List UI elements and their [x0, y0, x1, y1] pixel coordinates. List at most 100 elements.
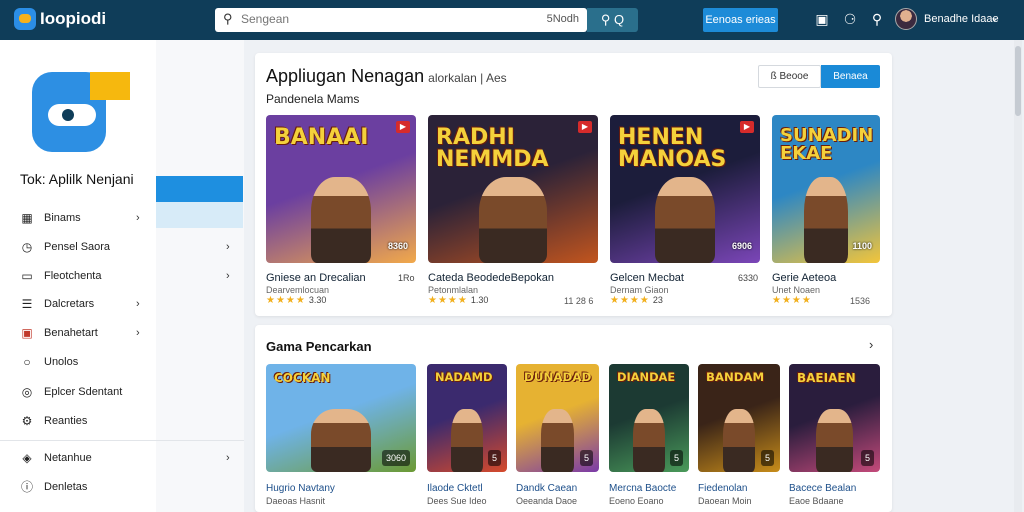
- game-name[interactable]: Bacece Bealan: [789, 483, 856, 494]
- game-character-art: [451, 409, 483, 472]
- sidebar-item-binams[interactable]: ▦ Binams ›: [0, 203, 244, 232]
- primary-button[interactable]: Benaea: [821, 65, 880, 88]
- download-count-badge: 5: [860, 450, 874, 466]
- sidebar-item-reanties[interactable]: ⚙ Reanties: [0, 406, 244, 435]
- chevron-right-icon: ›: [226, 451, 230, 464]
- play-badge-icon: ▶: [740, 121, 754, 133]
- game-tile[interactable]: BANDAM 5: [698, 364, 780, 472]
- game-tile[interactable]: COCKAN 3060: [266, 364, 416, 472]
- game-developer: Daeoas Hasnit: [266, 496, 326, 506]
- secondary-button[interactable]: ß Beooe: [758, 65, 821, 88]
- notification-icon[interactable]: ▣: [813, 10, 831, 28]
- install-button[interactable]: Eenoas erieas: [703, 8, 778, 32]
- sidebar-item-label: Fleotchenta: [44, 269, 102, 282]
- sidebar-item-dalcretars[interactable]: ☰ Dalcretars ›: [0, 289, 244, 318]
- game-downloads: 11 28 6: [564, 296, 594, 306]
- game-character-art: [722, 409, 756, 472]
- search-icon[interactable]: ⚲: [868, 10, 886, 28]
- app-icon-pupil: [62, 109, 74, 121]
- game-name[interactable]: Mercna Baocte: [609, 483, 676, 494]
- sidebar-item-label: Unolos: [44, 355, 79, 368]
- game-developer: Eoeno Eoano: [609, 496, 664, 506]
- game-name[interactable]: Hugrio Navtany: [266, 483, 335, 494]
- game-tile[interactable]: DIANDAE 5: [609, 364, 689, 472]
- game-name[interactable]: Gniese an Drecalian: [266, 272, 366, 284]
- shop-icon: ▣: [21, 325, 33, 340]
- page-subtitle: Pandenela Mams: [266, 92, 360, 106]
- chevron-right-icon: ›: [226, 269, 230, 282]
- app-logo[interactable]: Ioopiodi: [14, 8, 106, 30]
- game-character-art: [633, 409, 665, 472]
- download-count-badge: 5: [487, 450, 501, 466]
- game-tile[interactable]: NADAMD 5: [427, 364, 507, 472]
- sidebar-item-label: Dalcretars: [44, 297, 95, 310]
- download-count-badge: 3060: [381, 450, 410, 466]
- search-input[interactable]: [241, 12, 511, 26]
- sidebar-item-unolos[interactable]: ○ Unolos: [0, 347, 244, 376]
- selected-highlight: [156, 176, 243, 202]
- game-title-art: RADHI NEMMDA: [436, 125, 549, 172]
- sidebar-item-denletas[interactable]: ⓘ Denletas: [0, 472, 244, 501]
- game-name[interactable]: Gerie Aeteoa: [772, 272, 836, 284]
- play-badge-icon: ▶: [578, 121, 592, 133]
- sidebar-item-label: Benahetart: [44, 326, 98, 339]
- sidebar-item-benahetart[interactable]: ▣ Benahetart ›: [0, 318, 244, 347]
- game-name[interactable]: Dandk Caean: [516, 483, 577, 494]
- diamond-icon: ◈: [22, 450, 32, 465]
- sidebar-item-fleotchenta[interactable]: ▭ Fleotchenta ›: [0, 261, 244, 290]
- sidebar-item-eplcer[interactable]: ◎ Eplcer Sdentant: [0, 377, 244, 406]
- game-developer: Dearvemlocuan: [266, 285, 330, 295]
- game-tile[interactable]: BAEIAEN 5: [789, 364, 880, 472]
- sidebar-item-label: Eplcer Sdentant: [44, 385, 123, 398]
- game-title-art: DIANDAE: [617, 370, 676, 384]
- sidebar-item-label: Denletas: [44, 480, 88, 493]
- search-hint: 5Nodh: [546, 13, 579, 25]
- price-tag: 6906: [731, 241, 752, 251]
- price-tag: 1100: [852, 241, 872, 251]
- chevron-right-icon: ›: [136, 326, 140, 339]
- game-character-art: [311, 177, 371, 263]
- game-character-art: [804, 177, 848, 263]
- game-title-art: HENEN MANOAS: [618, 125, 727, 172]
- download-count-badge: 5: [760, 450, 774, 466]
- game-developer: Dees Sue Ideo: [427, 496, 487, 506]
- sidebar-item-label: Reanties: [44, 414, 88, 427]
- game-side-label: 6330: [738, 273, 759, 283]
- game-side-label: 1Ro: [398, 273, 415, 283]
- featured-game-tile[interactable]: BANAAI ▶ 8360: [266, 115, 416, 263]
- game-title-art: BAEIAEN: [797, 371, 856, 385]
- game-character-art: [479, 177, 547, 263]
- game-name[interactable]: Fiedenolan: [698, 483, 747, 494]
- game-tile[interactable]: DUNADAD 5: [516, 364, 599, 472]
- compass-icon: ◎: [21, 384, 33, 399]
- sidebar-item-label: Pensel Saora: [44, 240, 111, 253]
- sidebar-item-netanhue[interactable]: ◈ Netanhue ›: [0, 443, 244, 472]
- game-character-art: [311, 409, 371, 472]
- chevron-right-icon[interactable]: ›: [869, 337, 873, 352]
- featured-game-tile[interactable]: RADHI NEMMDA ▶: [428, 115, 598, 263]
- rating-stars: ★★★★ 23: [610, 295, 663, 306]
- game-developer: Daoean Moin: [698, 496, 752, 506]
- logo-icon: [14, 8, 36, 30]
- search-box[interactable]: ⚲ 5Nodh: [215, 8, 587, 32]
- chevron-right-icon: ›: [136, 211, 140, 224]
- game-developer: Oeeanda Daoe: [516, 496, 578, 506]
- game-name[interactable]: Cateda BeodedeBepokan: [428, 272, 554, 284]
- sidebar-item-pensel[interactable]: ◷ Pensel Saora ›: [0, 232, 244, 261]
- user-name[interactable]: Benadhe Idaae: [924, 13, 999, 25]
- avatar[interactable]: [895, 8, 917, 30]
- game-title-art: NADAMD: [435, 370, 493, 384]
- search-button[interactable]: ⚲ Q: [587, 8, 638, 32]
- settings-icon: ⚙: [21, 413, 33, 428]
- game-developer: Eaoe Bdaane: [789, 496, 844, 506]
- game-character-art: [655, 177, 715, 263]
- featured-game-tile[interactable]: HENEN MANOAS ▶ 6906: [610, 115, 760, 263]
- chevron-down-icon[interactable]: ⌄: [990, 11, 999, 24]
- scrollbar-thumb[interactable]: [1015, 46, 1021, 116]
- sidebar-item-label: Netanhue: [44, 451, 92, 464]
- game-name[interactable]: Gelcen Mecbat: [610, 272, 684, 284]
- game-name[interactable]: Ilaode Cktetl: [427, 483, 483, 494]
- game-downloads: 1536: [850, 296, 871, 306]
- featured-game-tile[interactable]: SUNADIN EKAE 1100: [772, 115, 880, 263]
- gamepad-icon[interactable]: ⚆: [841, 10, 859, 28]
